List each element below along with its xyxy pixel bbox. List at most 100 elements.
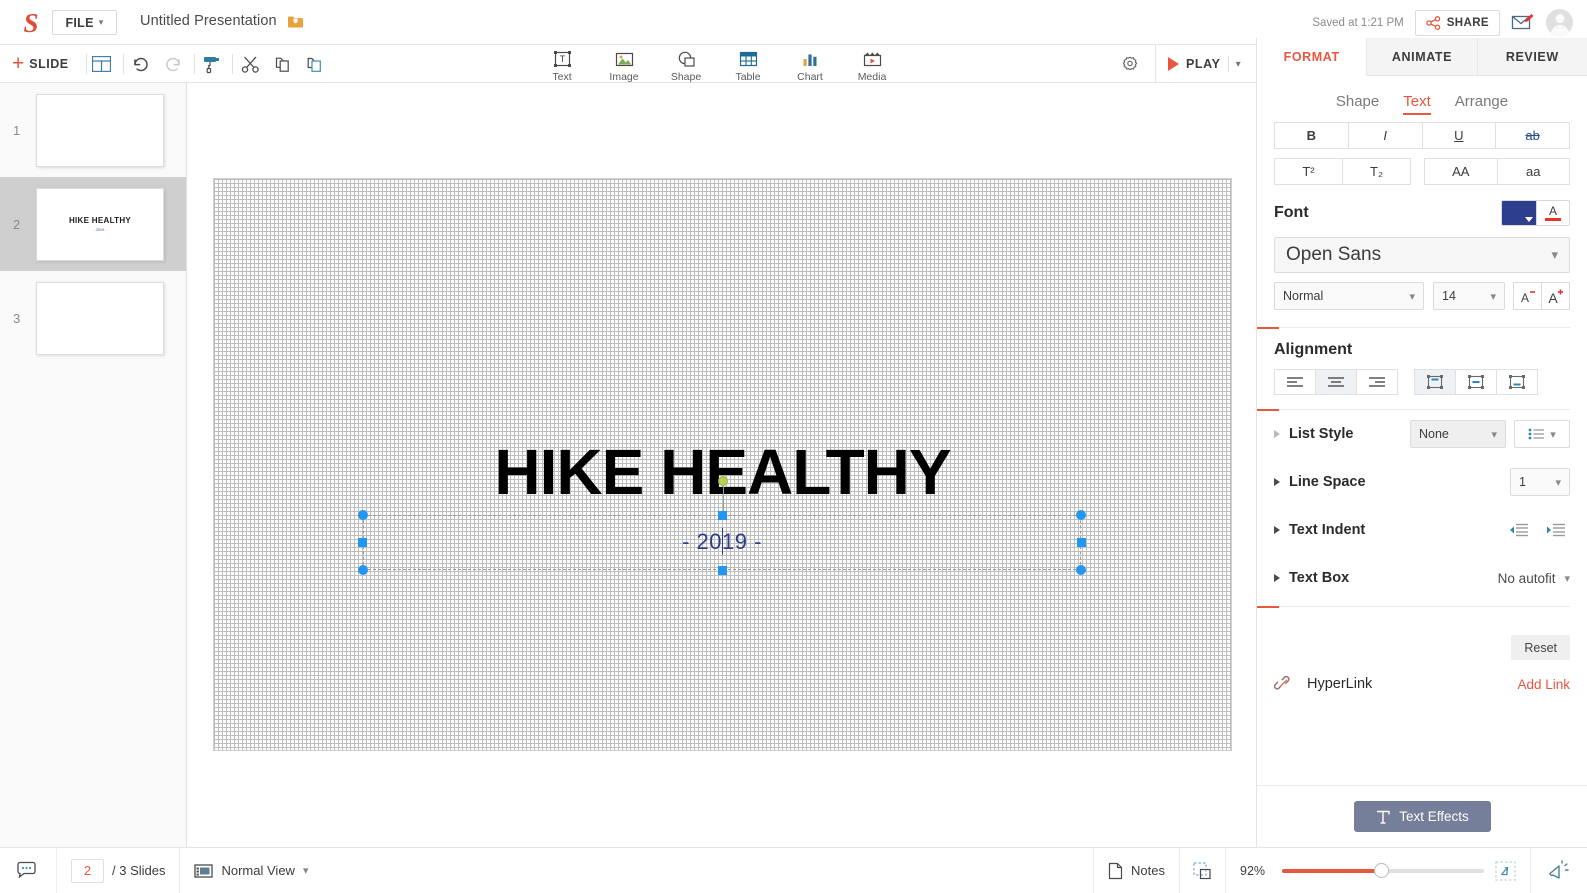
broadcast-button[interactable]: [1530, 847, 1587, 893]
chevron-right-icon[interactable]: [1274, 430, 1280, 438]
view-mode-selector[interactable]: Normal View ▾: [180, 848, 322, 893]
redo-icon[interactable]: [160, 51, 186, 77]
resize-handle-top-right[interactable]: [1076, 510, 1086, 520]
align-left-button[interactable]: [1274, 369, 1316, 395]
align-top-button[interactable]: [1414, 369, 1456, 395]
undo-icon[interactable]: [127, 51, 153, 77]
font-color-controls: A: [1501, 200, 1570, 226]
align-middle-button[interactable]: [1455, 369, 1497, 395]
text-color-button[interactable]: A: [1536, 201, 1569, 225]
paste-icon[interactable]: [301, 51, 327, 77]
tab-review[interactable]: REVIEW: [1477, 38, 1587, 76]
highlight-color-swatch[interactable]: [1502, 201, 1536, 225]
comments-button[interactable]: [0, 847, 57, 893]
text-effects-button[interactable]: Text Effects: [1353, 801, 1491, 832]
resize-handle-bottom-center[interactable]: [718, 566, 727, 575]
zoom-reset-button[interactable]: [1495, 860, 1516, 881]
current-slide-input[interactable]: 2: [71, 858, 104, 883]
text-effects-icon: [1377, 810, 1390, 824]
increase-indent-icon[interactable]: [1545, 523, 1566, 537]
presentation-title[interactable]: Untitled Presentation: [140, 13, 277, 29]
align-bottom-button[interactable]: [1496, 369, 1538, 395]
superscript-button[interactable]: T²: [1274, 158, 1343, 185]
hyperlink-label: HyperLink: [1307, 676, 1373, 692]
autofit-select[interactable]: No autofit ▾: [1498, 571, 1570, 586]
resize-handle-middle-left[interactable]: [358, 538, 367, 547]
slides-panel[interactable]: 1 2 HIKE HEALTHY - 2019 - 3: [0, 83, 187, 847]
tab-animate[interactable]: ANIMATE: [1367, 38, 1478, 76]
chevron-right-icon[interactable]: [1274, 526, 1280, 534]
play-button[interactable]: PLAY ▾: [1155, 45, 1241, 83]
underline-button[interactable]: U: [1421, 122, 1497, 149]
zoom-slider[interactable]: [1282, 862, 1484, 878]
folder-move-icon[interactable]: [287, 14, 304, 29]
list-style-select[interactable]: None ▾: [1410, 420, 1506, 448]
avatar[interactable]: [1546, 9, 1573, 36]
gear-icon[interactable]: [1117, 52, 1143, 78]
insert-text-button[interactable]: T Text: [531, 47, 593, 83]
slide-preview-subtitle: - 2019 -: [93, 228, 107, 232]
increase-font-size-button[interactable]: A: [1541, 282, 1570, 310]
mail-compose-icon[interactable]: [1511, 13, 1535, 32]
resize-handle-bottom-left[interactable]: [358, 565, 368, 575]
insert-chart-button[interactable]: Chart: [779, 47, 841, 83]
zoho-show-logo-icon[interactable]: S: [16, 8, 46, 38]
fit-to-screen-button[interactable]: [1179, 847, 1225, 893]
resize-handle-middle-right[interactable]: [1077, 538, 1086, 547]
font-weight-select[interactable]: Normal ▾: [1274, 282, 1424, 310]
chevron-right-icon[interactable]: [1274, 478, 1280, 486]
insert-group: T Text Image Shape Table Chart Media: [531, 47, 903, 83]
reset-button[interactable]: Reset: [1511, 635, 1570, 660]
file-menu-button[interactable]: FILE ▾: [52, 10, 117, 35]
slide-thumbnail-2[interactable]: 2 HIKE HEALTHY - 2019 -: [0, 177, 186, 271]
format-sub-tabs: Shape Text Arrange: [1257, 84, 1587, 122]
insert-text-label: Text: [552, 71, 572, 83]
bullet-list-button[interactable]: ▾: [1514, 420, 1570, 448]
saved-status: Saved at 1:21 PM: [1312, 16, 1404, 29]
uppercase-button[interactable]: AA: [1424, 158, 1498, 185]
resize-handle-bottom-right[interactable]: [1076, 565, 1086, 575]
insert-table-button[interactable]: Table: [717, 47, 779, 83]
copy-icon[interactable]: [269, 51, 295, 77]
resize-handle-top-left[interactable]: [358, 510, 368, 520]
format-painter-icon[interactable]: [198, 51, 224, 77]
slide-preview: [36, 93, 164, 167]
insert-shape-button[interactable]: Shape: [655, 47, 717, 83]
subscript-button[interactable]: T₂: [1342, 158, 1411, 185]
chevron-right-icon[interactable]: [1274, 574, 1280, 582]
add-link-button[interactable]: Add Link: [1517, 677, 1570, 692]
notes-button[interactable]: Notes: [1093, 847, 1179, 893]
sub-tab-arrange[interactable]: Arrange: [1455, 93, 1508, 114]
slide-canvas[interactable]: HIKE HEALTHY - 2019 -: [213, 178, 1232, 751]
insert-media-button[interactable]: Media: [841, 47, 903, 83]
font-size-select[interactable]: 14 ▾: [1433, 282, 1505, 310]
share-button[interactable]: SHARE: [1414, 9, 1500, 36]
canvas-area[interactable]: HIKE HEALTHY - 2019 -: [188, 83, 1256, 847]
decrease-font-size-button[interactable]: A: [1513, 282, 1542, 310]
chevron-down-icon[interactable]: ▾: [1236, 59, 1241, 70]
slide-thumbnail-1[interactable]: 1: [0, 83, 186, 177]
font-family-select[interactable]: Open Sans ▾: [1274, 237, 1570, 273]
section-divider: [1257, 606, 1570, 608]
sub-tab-text[interactable]: Text: [1403, 93, 1431, 115]
scissors-icon[interactable]: [237, 51, 263, 77]
add-slide-button[interactable]: + SLIDE: [12, 52, 69, 76]
tab-format[interactable]: FORMAT: [1257, 38, 1368, 76]
lowercase-button[interactable]: aa: [1496, 158, 1570, 185]
resize-handle-top-center[interactable]: [718, 511, 727, 520]
toolbar-separator: [194, 54, 195, 74]
sub-tab-shape[interactable]: Shape: [1336, 93, 1379, 114]
slide-layout-icon[interactable]: [88, 51, 114, 77]
italic-button[interactable]: I: [1347, 122, 1423, 149]
rotation-handle[interactable]: [718, 476, 728, 486]
insert-image-button[interactable]: Image: [593, 47, 655, 83]
slide-thumbnail-3[interactable]: 3: [0, 271, 186, 365]
align-right-button[interactable]: [1356, 369, 1398, 395]
zoom-slider-knob[interactable]: [1374, 862, 1389, 878]
align-center-button[interactable]: [1315, 369, 1357, 395]
bold-button[interactable]: B: [1274, 122, 1349, 149]
subtitle-text-box[interactable]: - 2019 -: [358, 510, 1086, 575]
strikethrough-button[interactable]: ab: [1495, 122, 1570, 149]
line-space-select[interactable]: 1 ▾: [1510, 468, 1570, 496]
decrease-indent-icon[interactable]: [1508, 523, 1529, 537]
